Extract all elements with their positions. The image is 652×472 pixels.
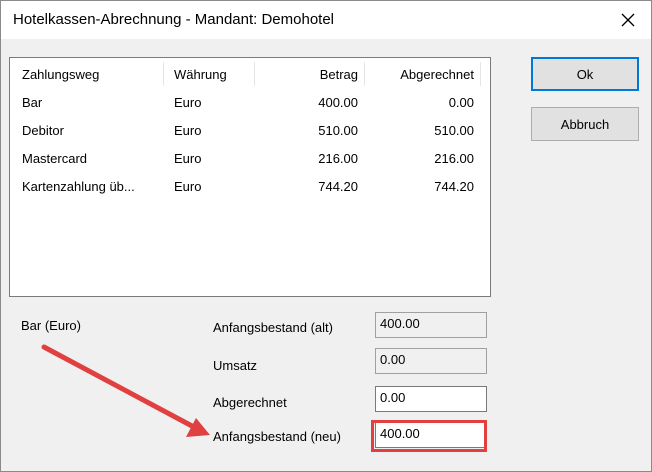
cancel-button[interactable]: Abbruch (531, 107, 639, 141)
cell-betrag: 744.20 (318, 179, 358, 194)
column-separator[interactable] (364, 62, 365, 86)
cell-betrag: 216.00 (318, 151, 358, 166)
close-icon (621, 13, 635, 27)
abgerechnet-input[interactable]: 0.00 (375, 386, 487, 412)
cell-zahlungsweg: Debitor (22, 123, 64, 138)
column-separator[interactable] (163, 62, 164, 86)
close-button[interactable] (605, 1, 651, 39)
abgerechnet-label: Abgerechnet (213, 395, 287, 410)
umsatz-label: Umsatz (213, 358, 258, 373)
column-header-zahlungsweg[interactable]: Zahlungsweg (22, 67, 99, 82)
payment-list[interactable]: Zahlungsweg Währung Betrag Abgerechnet B… (9, 57, 491, 297)
column-header-abgerechnet[interactable]: Abgerechnet (370, 67, 474, 82)
cell-waehrung: Euro (174, 151, 202, 166)
anfangsbestand-neu-label: Anfangsbestand (neu) (213, 429, 341, 444)
selection-label: Bar (Euro) (21, 318, 81, 333)
cell-betrag: 400.00 (318, 95, 358, 110)
table-row[interactable]: Kartenzahlung üb... Euro 744.20 744.20 (10, 179, 490, 198)
column-separator[interactable] (480, 62, 481, 86)
column-header-waehrung[interactable]: Währung (174, 67, 227, 82)
cell-waehrung: Euro (174, 123, 202, 138)
column-header-betrag[interactable]: Betrag (260, 67, 358, 82)
dialog-window: Hotelkassen-Abrechnung - Mandant: Demoho… (0, 0, 652, 472)
cell-zahlungsweg: Kartenzahlung üb... (22, 179, 135, 194)
column-separator[interactable] (254, 62, 255, 86)
window-title: Hotelkassen-Abrechnung - Mandant: Demoho… (13, 11, 335, 28)
highlight-box (371, 420, 487, 452)
cell-waehrung: Euro (174, 179, 202, 194)
anfangsbestand-alt-field: 400.00 (375, 312, 487, 338)
umsatz-field: 0.00 (375, 348, 487, 374)
table-row[interactable]: Debitor Euro 510.00 510.00 (10, 123, 490, 142)
table-row[interactable]: Mastercard Euro 216.00 216.00 (10, 151, 490, 170)
anfangsbestand-alt-label: Anfangsbestand (alt) (213, 320, 333, 335)
cell-abgerechnet: 510.00 (434, 123, 474, 138)
cell-waehrung: Euro (174, 95, 202, 110)
cell-abgerechnet: 0.00 (448, 95, 474, 110)
cell-zahlungsweg: Bar (22, 95, 43, 110)
cell-abgerechnet: 216.00 (434, 151, 474, 166)
cell-zahlungsweg: Mastercard (22, 151, 88, 166)
title-bar: Hotelkassen-Abrechnung - Mandant: Demoho… (1, 1, 651, 39)
cell-abgerechnet: 744.20 (434, 179, 474, 194)
list-header: Zahlungsweg Währung Betrag Abgerechnet (10, 58, 490, 90)
cell-betrag: 510.00 (318, 123, 358, 138)
ok-button[interactable]: Ok (531, 57, 639, 91)
table-row[interactable]: Bar Euro 400.00 0.00 (10, 95, 490, 114)
